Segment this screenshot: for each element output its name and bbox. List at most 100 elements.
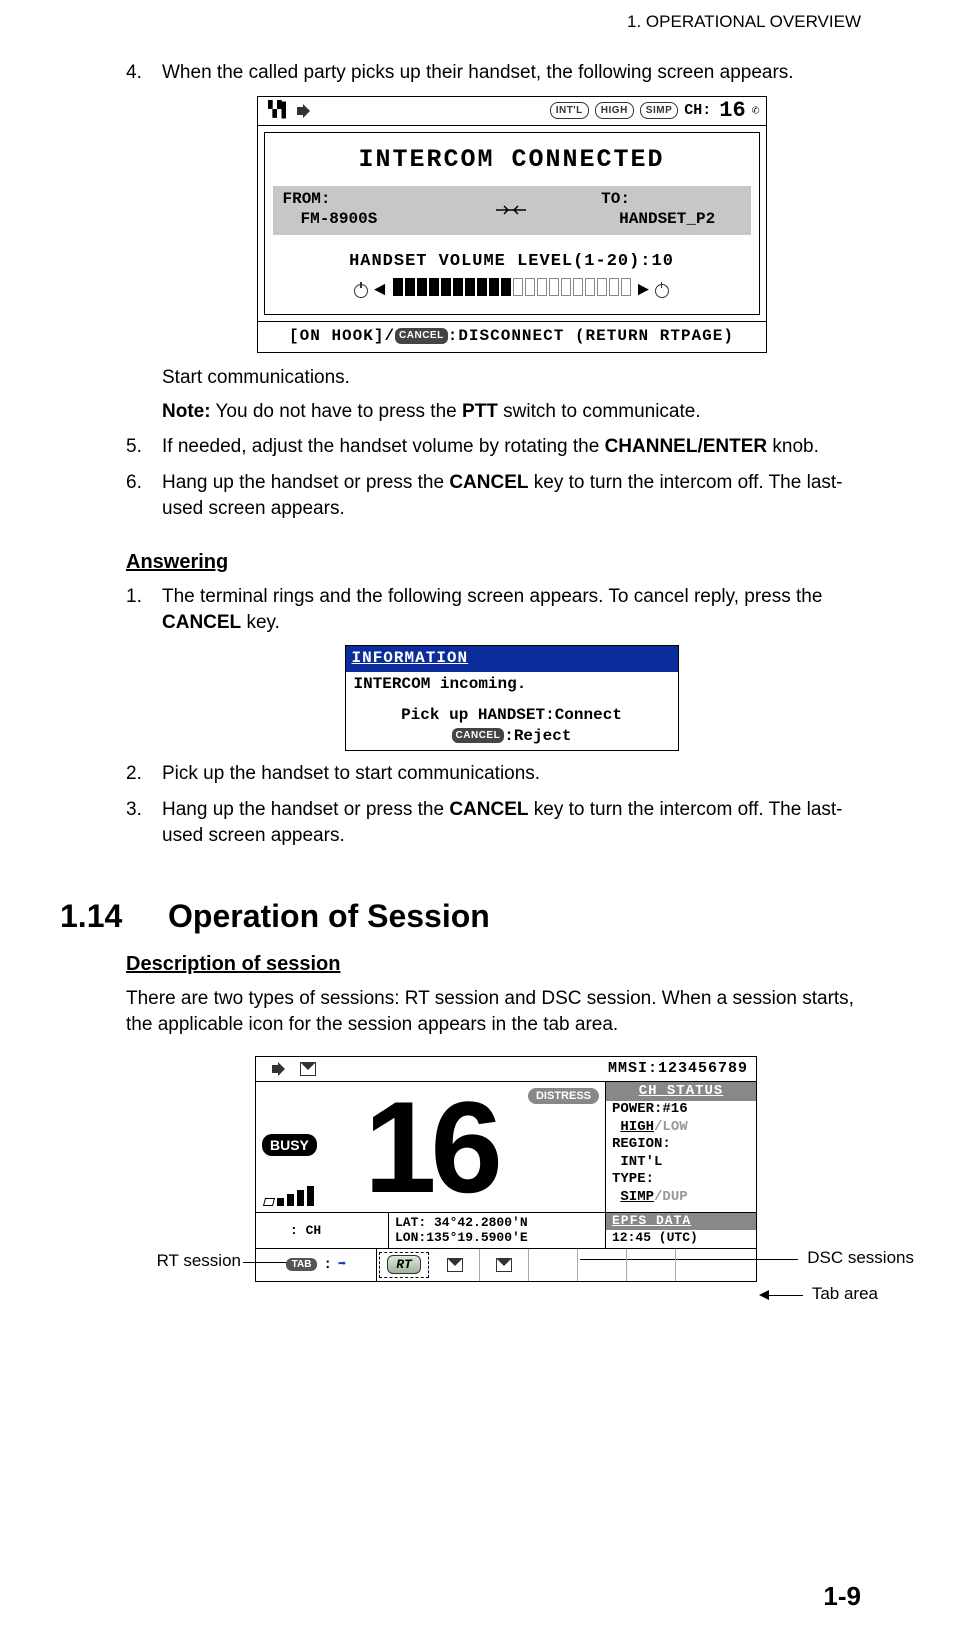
figure1-footer: [ON HOOK]/CANCEL:DISCONNECT (RETURN RTPA… [258,321,766,352]
simp-pill: SIMP [640,102,678,120]
step-6: 6. Hang up the handset or press the CANC… [126,470,861,521]
ch-label: CH: [684,101,711,121]
answering-step-1-number: 1. [126,584,142,610]
tab-rt: RT [379,1252,429,1278]
region-value: INT'L [606,1154,756,1172]
region-label: REGION: [606,1136,756,1154]
tab-empty-3 [627,1249,676,1281]
to-label: TO: [601,190,740,209]
knob-right-icon [655,284,669,298]
figure2-line1: INTERCOM incoming. [354,674,670,695]
step-6-number: 6. [126,470,142,496]
step-5-number: 5. [126,434,142,460]
figure3-midrow: : CH LAT: 34°42.2800'N LON:135°19.5900'E… [256,1212,756,1248]
figure-information-popup: INFORMATION INTERCOM incoming. Pick up H… [345,645,679,751]
answering-step-2-number: 2. [126,761,142,787]
answering-step-1-post: key. [241,612,280,633]
page-number: 1-9 [823,1581,861,1612]
answering-step-3-bold: CANCEL [449,799,528,820]
volume-label: HANDSET VOLUME LEVEL(1-20):10 [273,251,751,274]
step-6-bold: CANCEL [449,472,528,493]
note-ptt: PTT [462,401,498,422]
step-4: 4. When the called party picks up their … [126,60,861,424]
answering-step-3: 3. Hang up the handset or press the CANC… [126,797,861,848]
rt-tab-label: RT [387,1255,421,1274]
figure1-topbar: ▝▞▌ INT'L HIGH SIMP CH: 16 ✆ [258,97,766,126]
step-4-number: 4. [126,60,142,86]
channel-display: DISTRESS BUSY 16 [256,1082,605,1212]
step-5: 5. If needed, adjust the handset volume … [126,434,861,460]
cancel-badge: CANCEL [395,328,448,344]
knob-icon-a [262,1225,272,1235]
description-paragraph: There are two types of sessions: RT sess… [126,986,861,1037]
section-title: Operation of Session [168,898,490,935]
answering-step-1: 1. The terminal rings and the following … [126,584,861,751]
tab-dsc-2 [480,1249,529,1281]
high-value: HIGH [620,1119,654,1135]
footer-pre: [ON HOOK]/ [289,327,395,345]
answering-step-2-text: Pick up the handset to start communicati… [162,763,540,784]
handset-icon: ✆ [752,102,760,120]
low-value: /LOW [654,1119,688,1135]
note-rest: You do not have to press the [211,401,462,422]
section-number: 1.14 [60,898,140,935]
lon-value: LON:135°19.5900'E [395,1230,599,1246]
knob-icon-b [276,1225,286,1235]
signal-bars-icon [264,1186,314,1206]
figure2-header: INFORMATION [346,646,678,672]
tab-empty-2 [578,1249,627,1281]
dup-value: /DUP [654,1189,688,1205]
figure2-line2: Pick up HANDSET:Connect [354,705,670,726]
type-label: TYPE: [606,1171,756,1189]
figure1-title: INTERCOM CONNECTED [273,143,751,177]
from-value: FM-8900S [283,210,422,229]
from-to-row: FROM: FM-8900S TO: HANDSET_P2 [273,186,751,234]
simp-value: SIMP [620,1189,654,1205]
mmsi-label: MMSI:123456789 [608,1060,748,1077]
arrow-right-icon: ► [638,278,649,304]
link-icon [494,203,528,217]
tab-empty-1 [529,1249,578,1281]
answering-step-3-number: 3. [126,797,142,823]
step-4-sub-a: Start communications. [162,365,861,391]
tab-area: RT [377,1249,756,1281]
tab-key-area: TAB : ➡ [256,1249,377,1281]
busy-badge: BUSY [262,1134,317,1156]
section-heading: 1.14 Operation of Session [60,898,861,935]
envelope-icon-tab2 [496,1258,512,1272]
running-header: 1. OPERATIONAL OVERVIEW [60,12,861,32]
high-pill: HIGH [595,102,634,120]
answering-heading: Answering [126,551,861,574]
figure-session-screen: MMSI:123456789 DISTRESS BUSY 16 CH STATU… [255,1056,757,1282]
tab-empty-4 [676,1249,724,1281]
callout-dsc-sessions: DSC sessions [807,1248,914,1268]
step-6-pre: Hang up the handset or press the [162,472,449,493]
envelope-icon-tab1 [447,1258,463,1272]
step-5-bold: CHANNEL/ENTER [605,436,768,457]
footer-post: :DISCONNECT (RETURN RTPAGE) [448,327,734,345]
speaker-icon [297,104,313,118]
distress-badge: DISTRESS [528,1088,599,1104]
step-5-post: knob. [767,436,819,457]
epfs-header: EPFS DATA [606,1213,756,1230]
envelope-icon [300,1062,316,1076]
tab-colon: : [323,1257,331,1273]
answering-step-3-pre: Hang up the handset or press the [162,799,449,820]
figure2-line3: CANCEL:Reject [354,726,670,747]
volume-bar: ◄ ► [273,278,751,305]
signal-icon: ▝▞▌ [264,101,291,121]
figure3-tabrow: TAB : ➡ RT [256,1248,756,1281]
step-4-note: Note: You do not have to press the PTT s… [162,399,861,425]
callout-rt-session: RT session [111,1251,241,1271]
note-end: switch to communicate. [498,401,701,422]
simp-dup-row: SIMP/DUP [606,1189,756,1207]
description-heading: Description of session [126,953,861,976]
ch-status-panel: CH STATUS POWER:#16 HIGH/LOW REGION: INT… [605,1082,756,1212]
speaker-icon-2 [272,1062,288,1076]
note-prefix: Note: [162,401,211,422]
answering-step-2: 2. Pick up the handset to start communic… [126,761,861,787]
figure-intercom-connected: ▝▞▌ INT'L HIGH SIMP CH: 16 ✆ INTERCOM CO… [257,96,767,353]
arrow-left-icon: ◄ [374,278,385,304]
to-value: HANDSET_P2 [601,210,740,229]
callout-tab-area-label: Tab area [812,1284,878,1303]
